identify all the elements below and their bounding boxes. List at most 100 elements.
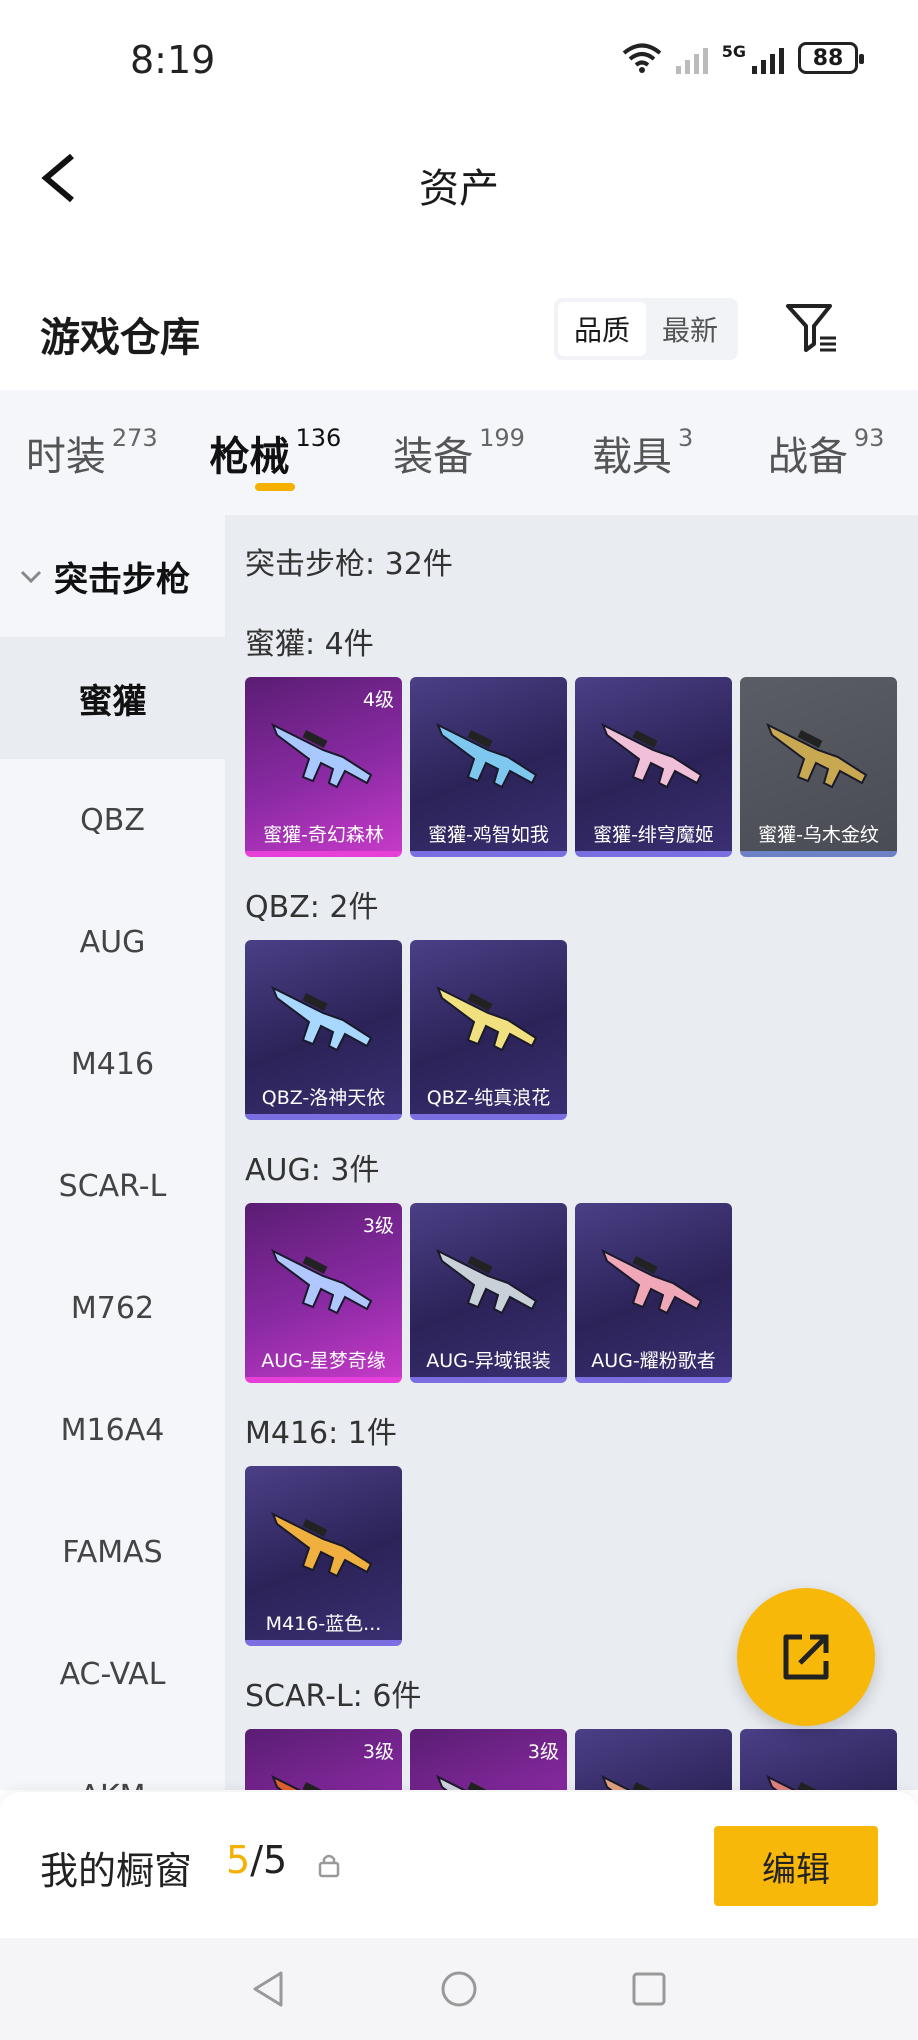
weapon-sidebar: 突击步枪 蜜獾 QBZ AUG M416 SCAR-L M762 M16A4 F… (0, 515, 225, 1790)
signal-sim2-icon (752, 42, 784, 74)
tab-guns[interactable]: 枪械 136 (184, 390, 368, 515)
item-level-badge: 4级 (362, 689, 394, 711)
tab-active-indicator (255, 483, 296, 491)
status-time: 8:19 (130, 38, 216, 82)
gun-skin-image (271, 1511, 373, 1578)
group-title: 蜜獾: 4件 (245, 627, 374, 662)
wifi-icon (622, 43, 662, 73)
share-edit-button[interactable] (737, 1588, 875, 1726)
item-card[interactable]: 3级 (245, 1729, 402, 1790)
item-card[interactable]: 蜜獾-乌木金纹 (740, 677, 897, 857)
item-grid: 4级 蜜獾-奇幻森林 蜜獾-鸡智如我 蜜獾-绯穹魔姬 蜜獾-乌木金纹 (245, 677, 897, 857)
sidebar-item-famas[interactable]: FAMAS (0, 1491, 225, 1613)
item-card[interactable]: AUG-耀粉歌者 (575, 1203, 732, 1383)
item-card[interactable] (575, 1729, 732, 1790)
item-card[interactable]: 3级 (410, 1729, 567, 1790)
item-grid: QBZ-洛神天依 QBZ-纯真浪花 (245, 940, 567, 1120)
item-card[interactable]: AUG-异域银装 (410, 1203, 567, 1383)
sidebar-item-m416[interactable]: M416 (0, 1003, 225, 1125)
tab-fashion[interactable]: 时装 273 (0, 390, 184, 515)
gun-skin-image (271, 722, 373, 789)
sidebar-category-label: 突击步枪 (54, 559, 190, 600)
tab-supplies[interactable]: 战备 93 (734, 390, 918, 515)
sort-newest-button[interactable]: 最新 (646, 302, 734, 356)
showcase-bar: 我的橱窗 5/5 编辑 (0, 1792, 918, 1938)
edit-button[interactable]: 编辑 (714, 1826, 878, 1906)
item-card[interactable]: 蜜獾-鸡智如我 (410, 677, 567, 857)
group-title: QBZ: 2件 (245, 890, 379, 925)
group-title: SCAR-L: 6件 (245, 1679, 422, 1714)
lock-icon (318, 1854, 340, 1878)
nav-home-icon[interactable] (439, 1969, 479, 2009)
item-card[interactable]: QBZ-洛神天依 (245, 940, 402, 1120)
page-title: 资产 (419, 166, 499, 212)
showcase-count-current: 5 (226, 1838, 251, 1882)
tab-count: 199 (479, 424, 525, 452)
share-icon (783, 1634, 829, 1680)
item-card[interactable]: M416-蓝色... (245, 1466, 402, 1646)
sidebar-item-honey-badger[interactable]: 蜜獾 (0, 637, 225, 759)
filter-icon[interactable] (784, 300, 840, 356)
item-name: M416-蓝色... (265, 1613, 382, 1635)
item-card[interactable]: 蜜獾-绯穹魔姬 (575, 677, 732, 857)
sort-quality-button[interactable]: 品质 (558, 302, 646, 356)
item-card[interactable] (740, 1729, 897, 1790)
app-header: 资产 (0, 120, 918, 240)
item-name: 蜜獾-鸡智如我 (428, 824, 549, 846)
item-grid: M416-蓝色... (245, 1466, 402, 1646)
tab-label: 载具 (591, 434, 672, 480)
gun-skin-image (436, 1248, 538, 1315)
status-bar: 8:19 5G 88 (0, 0, 918, 120)
tab-label: 枪械 (209, 434, 290, 480)
sidebar-item-m762[interactable]: M762 (0, 1247, 225, 1369)
tab-count: 136 (295, 424, 342, 452)
tab-count: 273 (111, 424, 158, 452)
gun-skin-image (766, 722, 868, 789)
signal-sim1-icon (675, 42, 708, 74)
item-name: QBZ-洛神天依 (261, 1087, 386, 1109)
tab-equipment[interactable]: 装备 199 (367, 390, 551, 515)
item-card[interactable]: 4级蜜獾-奇幻森林 (245, 677, 402, 857)
tab-count: 93 (853, 424, 885, 452)
item-name: QBZ-纯真浪花 (426, 1087, 551, 1109)
sidebar-item-scar-l[interactable]: SCAR-L (0, 1125, 225, 1247)
showcase-count-total: /5 (250, 1838, 288, 1882)
tab-count: 3 (677, 424, 694, 452)
sidebar-item-akm[interactable]: AKM (0, 1735, 225, 1791)
item-grid: 3级 3级 (245, 1729, 897, 1790)
item-name: 蜜獾-绯穹魔姬 (593, 824, 714, 846)
sidebar-item-m16a4[interactable]: M16A4 (0, 1369, 225, 1491)
showcase-label: 我的橱窗 (40, 1849, 193, 1893)
gun-skin-image (271, 1248, 373, 1315)
status-icons: 5G 88 (622, 42, 864, 74)
sidebar-category-assault-rifle[interactable]: 突击步枪 (0, 515, 225, 637)
sidebar-item-aug[interactable]: AUG (0, 881, 225, 1003)
sidebar-item-qbz[interactable]: QBZ (0, 759, 225, 881)
sort-toggle: 品质 最新 (554, 298, 738, 360)
group-title: M416: 1件 (245, 1416, 397, 1451)
gun-skin-image (601, 1774, 658, 1790)
item-level-badge: 3级 (527, 1741, 559, 1763)
item-name: 蜜獾-奇幻森林 (263, 824, 384, 846)
item-card[interactable]: 3级 AUG-星梦奇缘 (245, 1203, 402, 1383)
tab-vehicles[interactable]: 载具 3 (551, 390, 735, 515)
item-grid: 3级 AUG-星梦奇缘 AUG-异域银装 AUG-耀粉歌者 (245, 1203, 732, 1383)
tab-label: 装备 (393, 434, 474, 480)
item-name: AUG-耀粉歌者 (591, 1350, 716, 1372)
item-name: 蜜獾-乌木金纹 (758, 824, 879, 846)
nav-back-icon[interactable] (249, 1969, 289, 2009)
gun-skin-image (436, 985, 538, 1052)
item-card[interactable]: QBZ-纯真浪花 (410, 940, 567, 1120)
gun-skin-image (601, 1248, 703, 1315)
battery-level: 88 (812, 45, 844, 71)
gun-skin-image (271, 985, 373, 1052)
item-name: AUG-星梦奇缘 (261, 1350, 386, 1372)
warehouse-title: 游戏仓库 (40, 315, 200, 361)
tab-label: 战备 (767, 434, 848, 480)
gun-skin-image (436, 722, 538, 789)
tab-label: 时装 (25, 434, 106, 480)
nav-recents-icon[interactable] (629, 1969, 669, 2009)
item-level-badge: 3级 (362, 1215, 394, 1237)
sidebar-item-ac-val[interactable]: AC-VAL (0, 1613, 225, 1735)
battery-icon: 88 (798, 42, 864, 74)
